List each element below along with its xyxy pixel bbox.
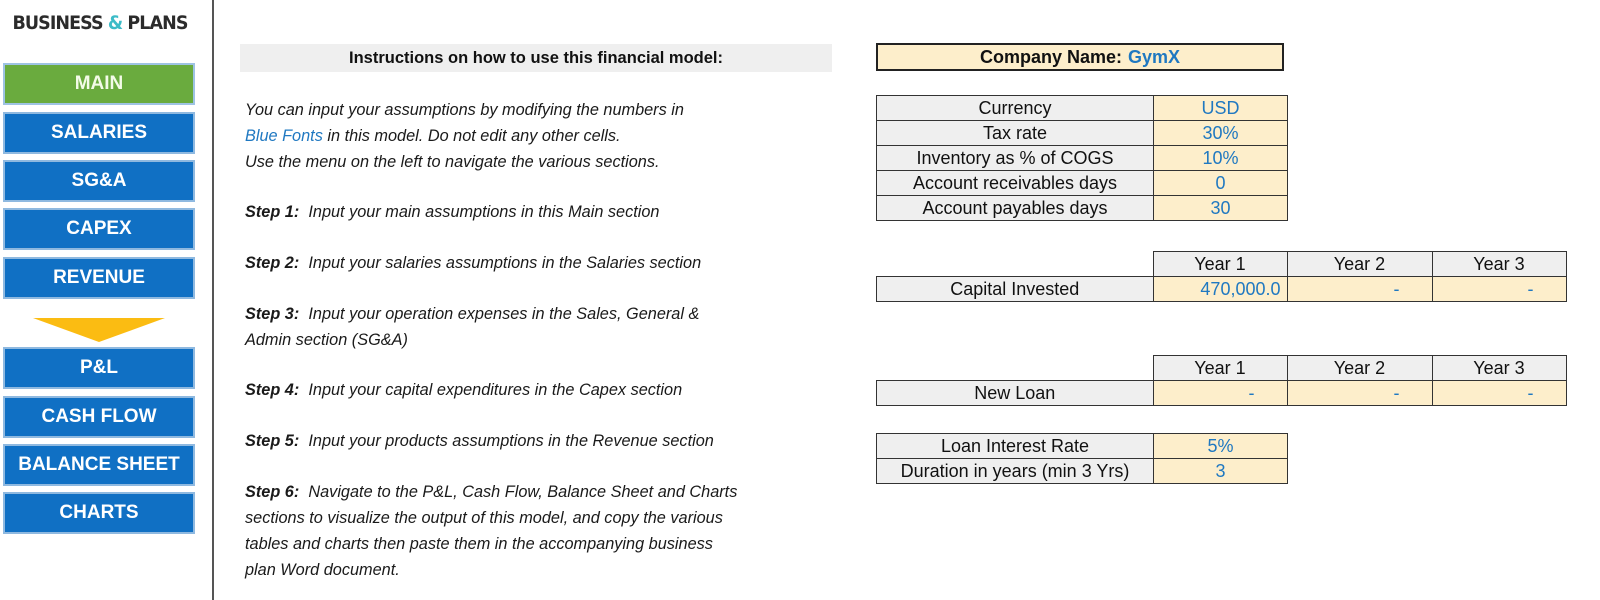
instructions-title: Instructions on how to use this financia… — [240, 44, 832, 72]
table-row: New Loan - - - — [876, 380, 1567, 406]
step-1: Step 1: Input your main assumptions in t… — [245, 199, 659, 225]
capital-year3-input[interactable]: - — [1431, 276, 1567, 302]
assumption-label: Account payables days — [876, 195, 1154, 221]
payables-days-input[interactable]: 30 — [1153, 195, 1288, 221]
intro-line-3: Use the menu on the left to navigate the… — [245, 153, 660, 171]
step-3: Step 3: Input your operation expenses in… — [245, 301, 699, 353]
step-text-cont: Admin section (SG&A) — [245, 331, 408, 349]
logo-ampersand: & — [107, 12, 123, 34]
table-row: Capital Invested 470,000.0 - - — [876, 276, 1567, 302]
inventory-pct-input[interactable]: 10% — [1153, 145, 1288, 171]
capital-year1-input[interactable]: 470,000.0 — [1152, 276, 1288, 302]
year-header: Year 1 — [1152, 355, 1288, 381]
table-row: Account receivables days 0 — [876, 170, 1288, 196]
nav-charts-button[interactable]: CHARTS — [3, 492, 195, 534]
step-label: Step 2: — [245, 254, 300, 272]
assumption-label: Inventory as % of COGS — [876, 145, 1154, 171]
intro-line-2-rest: in this model. Do not edit any other cel… — [322, 127, 621, 145]
nav-revenue-button[interactable]: REVENUE — [3, 257, 195, 299]
loan-term-label: Loan Interest Rate — [876, 433, 1154, 459]
step-text: Input your main assumptions in this Main… — [308, 203, 660, 221]
capital-invested-table: Year 1 Year 2 Year 3 Capital Invested 47… — [876, 251, 1567, 302]
table-row: Account payables days 30 — [876, 195, 1288, 221]
nav-cash-flow-button[interactable]: CASH FLOW — [3, 396, 195, 438]
loan-year1-input[interactable]: - — [1152, 380, 1288, 406]
arrow-down-icon — [33, 318, 165, 342]
step-label: Step 3: — [245, 305, 300, 323]
company-name-value[interactable]: GymX — [1128, 47, 1180, 68]
capital-invested-label: Capital Invested — [876, 276, 1154, 302]
step-label: Step 4: — [245, 381, 300, 399]
year-header: Year 1 — [1152, 251, 1288, 277]
currency-input[interactable]: USD — [1153, 95, 1288, 121]
step-label: Step 6: — [245, 483, 300, 501]
step-text-cont: sections to visualize the output of this… — [245, 509, 723, 527]
step-5: Step 5: Input your products assumptions … — [245, 428, 714, 454]
table-header-row: Year 1 Year 2 Year 3 — [877, 251, 1567, 277]
nav-pl-button[interactable]: P&L — [3, 347, 195, 389]
step-2: Step 2: Input your salaries assumptions … — [245, 250, 701, 276]
loan-term-label: Duration in years (min 3 Yrs) — [876, 458, 1154, 484]
intro-line-1: You can input your assumptions by modify… — [245, 101, 684, 119]
step-text: Input your operation expenses in the Sal… — [308, 305, 700, 323]
year-header: Year 2 — [1286, 355, 1433, 381]
table-row: Tax rate 30% — [876, 120, 1288, 146]
step-text-cont: tables and charts then paste them in the… — [245, 535, 713, 553]
company-name-label: Company Name: — [979, 46, 1122, 67]
loan-year2-input[interactable]: - — [1286, 380, 1433, 406]
loan-year3-input[interactable]: - — [1431, 380, 1567, 406]
table-row: Inventory as % of COGS 10% — [876, 145, 1288, 171]
step-text: Input your salaries assumptions in the S… — [308, 254, 702, 272]
assumption-label: Currency — [876, 95, 1154, 121]
assumption-label: Account receivables days — [876, 170, 1154, 196]
table-header-row: Year 1 Year 2 Year 3 — [877, 355, 1567, 381]
new-loan-table: Year 1 Year 2 Year 3 New Loan - - - — [876, 355, 1567, 406]
nav-capex-button[interactable]: CAPEX — [3, 208, 195, 250]
nav-salaries-button[interactable]: SALARIES — [3, 112, 195, 154]
loan-terms-table: Loan Interest Rate 5% Duration in years (… — [876, 433, 1288, 484]
tax-rate-input[interactable]: 30% — [1153, 120, 1288, 146]
sidebar: BUSINESS & PLANS MAIN SALARIES SG&A CAPE… — [0, 0, 214, 600]
receivables-days-input[interactable]: 0 — [1153, 170, 1288, 196]
nav-sga-button[interactable]: SG&A — [3, 160, 195, 202]
table-row: Loan Interest Rate 5% — [876, 433, 1288, 459]
logo-text-plans: PLANS — [127, 12, 188, 34]
interest-rate-input[interactable]: 5% — [1153, 433, 1288, 459]
step-text: Input your products assumptions in the R… — [308, 432, 714, 450]
year-header: Year 3 — [1431, 355, 1567, 381]
year-header: Year 2 — [1286, 251, 1433, 277]
blue-fonts-text: Blue Fonts — [245, 127, 323, 145]
blank-cell — [877, 356, 1154, 381]
step-text: Input your capital expenditures in the C… — [308, 381, 683, 399]
intro-line-2: Blue Fonts in this model. Do not edit an… — [245, 123, 684, 149]
company-name-field[interactable]: Company Name: GymX — [876, 43, 1284, 71]
step-text: Navigate to the P&L, Cash Flow, Balance … — [308, 483, 738, 501]
logo-text-business: BUSINESS — [12, 12, 103, 34]
step-label: Step 5: — [245, 432, 300, 450]
table-row: Currency USD — [876, 95, 1288, 121]
blank-cell — [877, 252, 1154, 277]
table-row: Duration in years (min 3 Yrs) 3 — [876, 458, 1288, 484]
new-loan-label: New Loan — [876, 380, 1154, 406]
assumption-label: Tax rate — [876, 120, 1154, 146]
nav-balance-sheet-button[interactable]: BALANCE SHEET — [3, 444, 195, 486]
year-header: Year 3 — [1431, 251, 1567, 277]
duration-input[interactable]: 3 — [1153, 458, 1288, 484]
step-6: Step 6: Navigate to the P&L, Cash Flow, … — [245, 479, 737, 583]
nav-main-button[interactable]: MAIN — [3, 63, 195, 105]
step-4: Step 4: Input your capital expenditures … — [245, 377, 682, 403]
assumptions-table: Currency USD Tax rate 30% Inventory as % o… — [876, 95, 1288, 221]
step-text-cont: plan Word document. — [245, 561, 400, 579]
logo: BUSINESS & PLANS — [8, 12, 192, 34]
step-label: Step 1: — [245, 203, 300, 221]
capital-year2-input[interactable]: - — [1286, 276, 1433, 302]
instructions-intro: You can input your assumptions by modify… — [245, 97, 684, 175]
